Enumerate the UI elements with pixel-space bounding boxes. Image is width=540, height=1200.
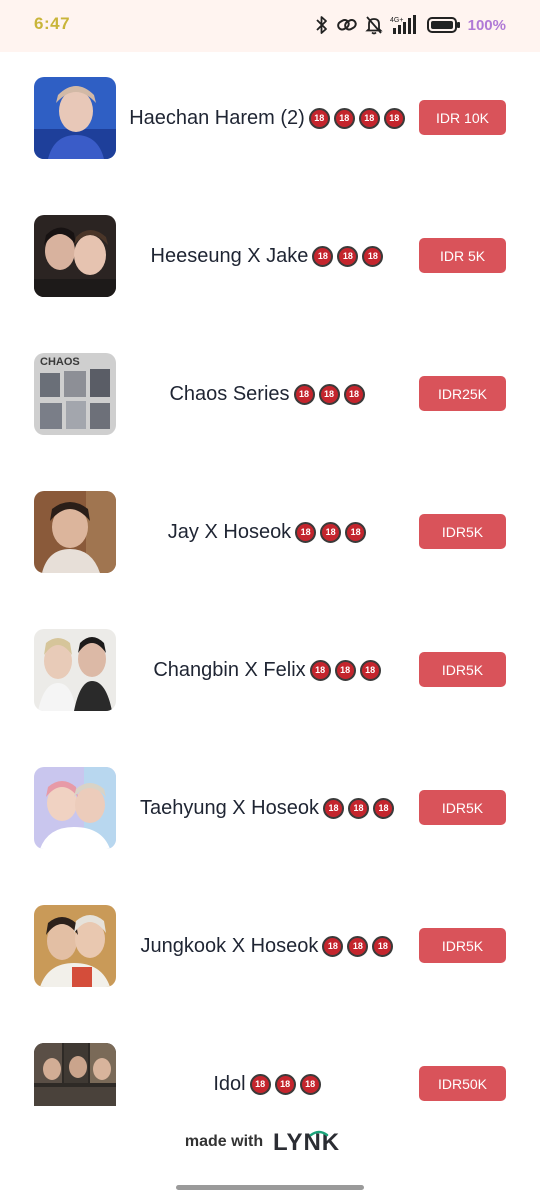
product-item[interactable]: Haechan Harem (2) 18 18 18 18 IDR 10K — [0, 77, 540, 159]
product-title-row: Heeseung X Jake 18 18 18 — [118, 215, 416, 297]
product-item[interactable]: Changbin X Felix 18 18 18 IDR5K — [0, 629, 540, 711]
age-18-icon: 18 — [308, 107, 330, 129]
bell-muted-icon — [364, 15, 383, 35]
age-18-icon: 18 — [309, 659, 331, 681]
price-button[interactable]: IDR5K — [419, 790, 506, 825]
status-icons: 4G+ 100% — [315, 13, 506, 37]
price-button[interactable]: IDR5K — [419, 514, 506, 549]
age-18-icon: 18 — [293, 383, 315, 405]
made-with-label: made with — [184, 1133, 264, 1150]
price-button[interactable]: IDR5K — [419, 928, 506, 963]
product-item[interactable]: Jungkook X Hoseok 18 18 18 IDR5K — [0, 905, 540, 987]
age-18-icon: 18 — [345, 521, 367, 543]
status-time: 6:47 — [34, 14, 71, 33]
product-thumbnail[interactable] — [34, 77, 116, 159]
status-bar: 6:47 4G+ 100% — [0, 0, 540, 52]
age-18-icon: 18 — [334, 659, 356, 681]
age-18-icon: 18 — [337, 245, 359, 267]
product-title: Haechan Harem (2) — [129, 106, 305, 129]
signal-icon: 4G+ — [390, 14, 420, 36]
age-18-icon: 18 — [295, 521, 317, 543]
product-title: Chaos Series — [169, 382, 290, 405]
product-list[interactable]: Haechan Harem (2) 18 18 18 18 IDR 10K He… — [0, 52, 540, 1106]
age-18-icon: 18 — [249, 1073, 271, 1095]
age-18-icon: 18 — [322, 935, 344, 957]
product-thumbnail[interactable]: CHAOS — [34, 353, 116, 435]
product-title-row: Haechan Harem (2) 18 18 18 18 — [118, 77, 416, 159]
age-18-icon: 18 — [320, 521, 342, 543]
price-button[interactable]: IDR5K — [419, 652, 506, 687]
brand-wordmark: LYNK — [273, 1129, 340, 1155]
price-button[interactable]: IDR 5K — [419, 238, 506, 273]
product-thumbnail[interactable] — [34, 491, 116, 573]
age-18-icon: 18 — [372, 935, 394, 957]
product-item[interactable]: Idol 18 18 18 IDR50K — [0, 1043, 540, 1106]
age-18-icon: 18 — [359, 659, 381, 681]
footer-credit[interactable]: made with LYNK — [0, 1120, 540, 1164]
product-title-row: Taehyung X Hoseok 18 18 18 — [118, 767, 416, 849]
link-icon — [336, 15, 358, 35]
age-18-icon: 18 — [299, 1073, 321, 1095]
product-title: Jay X Hoseok — [167, 520, 292, 543]
product-title: Heeseung X Jake — [150, 244, 309, 267]
product-title-row: Idol 18 18 18 — [118, 1043, 416, 1106]
product-item[interactable]: CHAOS Chaos Series 18 18 18 IDR25K — [0, 353, 540, 435]
age-18-icon: 18 — [333, 107, 355, 129]
price-button[interactable]: IDR25K — [419, 376, 506, 411]
battery-icon — [426, 16, 461, 34]
age-18-icon: 18 — [383, 107, 405, 129]
price-button[interactable]: IDR 10K — [419, 100, 506, 135]
network-type-label: 4G+ — [390, 17, 403, 24]
thumbnail-text: CHAOS — [40, 356, 80, 368]
product-title-row: Changbin X Felix 18 18 18 — [118, 629, 416, 711]
product-thumbnail[interactable] — [34, 215, 116, 297]
product-thumbnail[interactable] — [34, 1043, 116, 1106]
age-18-icon: 18 — [358, 107, 380, 129]
age-18-icon: 18 — [274, 1073, 296, 1095]
product-title: Changbin X Felix — [153, 658, 306, 681]
product-title-row: Jungkook X Hoseok 18 18 18 — [118, 905, 416, 987]
bluetooth-icon — [315, 15, 329, 35]
age-18-icon: 18 — [347, 935, 369, 957]
home-indicator[interactable] — [176, 1185, 364, 1190]
product-title-row: Jay X Hoseok 18 18 18 — [118, 491, 416, 573]
age-18-icon: 18 — [323, 797, 344, 819]
age-18-icon: 18 — [343, 383, 365, 405]
price-button[interactable]: IDR50K — [419, 1066, 506, 1101]
product-item[interactable]: Taehyung X Hoseok 18 18 18 IDR5K — [0, 767, 540, 849]
age-18-icon: 18 — [373, 797, 394, 819]
product-thumbnail[interactable] — [34, 905, 116, 987]
lynk-logo[interactable]: LYNK — [273, 1129, 355, 1155]
age-18-icon: 18 — [318, 383, 340, 405]
product-item[interactable]: Jay X Hoseok 18 18 18 IDR5K — [0, 491, 540, 573]
product-item[interactable]: Heeseung X Jake 18 18 18 IDR 5K — [0, 215, 540, 297]
product-title: Jungkook X Hoseok — [140, 934, 319, 957]
age-18-icon: 18 — [362, 245, 384, 267]
product-title-row: Chaos Series 18 18 18 — [118, 353, 416, 435]
battery-percentage: 100% — [467, 16, 506, 34]
product-title: Taehyung X Hoseok — [139, 796, 319, 819]
product-title: Idol — [213, 1072, 246, 1095]
age-18-icon: 18 — [312, 245, 334, 267]
age-18-icon: 18 — [348, 797, 369, 819]
product-thumbnail[interactable] — [34, 767, 116, 849]
product-thumbnail[interactable] — [34, 629, 116, 711]
